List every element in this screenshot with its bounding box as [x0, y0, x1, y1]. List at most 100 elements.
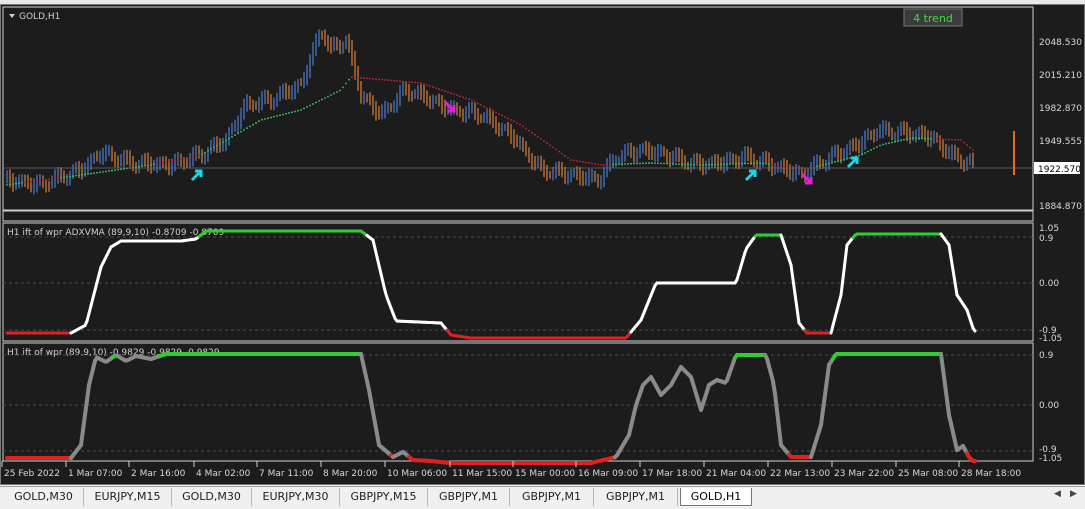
ma-dot [153, 164, 155, 166]
chart-tab[interactable]: GBPJPY,M1 [594, 488, 678, 506]
ma-dot [300, 109, 302, 111]
ma-dot [930, 138, 932, 140]
ma-dot [870, 149, 872, 151]
ma-dot [387, 79, 389, 81]
ma-dot [63, 176, 65, 178]
tab-scroll-left-icon[interactable]: ◀ [1054, 489, 1061, 499]
pane-separator[interactable] [3, 211, 1033, 221]
ma-dot [354, 76, 356, 78]
ma-dot [216, 145, 218, 147]
ma-dot [582, 161, 584, 163]
ma-dot [969, 147, 971, 149]
ma-dot [888, 142, 890, 144]
indicator-segment [791, 265, 793, 280]
ma-dot [75, 175, 77, 177]
ma-dot [363, 77, 365, 79]
chart-window[interactable]: GOLD,H1 4 trend 2048.530 2015.210 1982.8… [0, 4, 1085, 485]
tab-scroll-right-icon[interactable]: ▶ [1070, 489, 1077, 499]
indicator2-pane[interactable] [3, 343, 1033, 461]
ma-dot [498, 113, 500, 115]
ma-dot [222, 141, 224, 143]
ma-dot [57, 177, 59, 179]
ma-dot [711, 164, 713, 166]
ma-dot [255, 122, 257, 124]
ind1-tick: 0.9 [1039, 234, 1054, 244]
time-tick: 28 Mar 18:00 [961, 469, 1021, 479]
ma-dot [366, 77, 368, 79]
ma-dot [954, 139, 956, 141]
ma-dot [843, 159, 845, 161]
ma-dot [27, 181, 29, 183]
ma-dot [24, 182, 26, 184]
ma-dot [552, 147, 554, 149]
ma-dot [603, 164, 605, 166]
ma-dot [549, 144, 551, 146]
ma-dot [51, 178, 53, 180]
ma-dot [438, 88, 440, 90]
indicator-segment [775, 394, 777, 411]
ma-dot [273, 116, 275, 118]
ma-dot [726, 163, 728, 165]
ma-dot [33, 180, 35, 182]
ma-dot [513, 121, 515, 123]
indicator-segment [955, 283, 957, 296]
ma-dot [753, 162, 755, 164]
ma-dot [330, 94, 332, 96]
ma-dot [267, 117, 269, 119]
ma-dot [519, 124, 521, 126]
ma-dot [375, 78, 377, 80]
ma-dot [825, 163, 827, 165]
ma-dot [207, 150, 209, 152]
time-tick: 10 Mar 06:00 [387, 469, 447, 479]
ma-dot [900, 139, 902, 141]
chart-tab[interactable]: EURJPY,M15 [84, 488, 172, 506]
ma-dot [906, 138, 908, 140]
ma-dot [903, 139, 905, 141]
ma-dot [183, 158, 185, 160]
ma-dot [408, 81, 410, 83]
ma-dot [108, 170, 110, 172]
ma-dot [909, 137, 911, 139]
chart-tab-active[interactable]: GOLD,H1 [680, 488, 752, 506]
indicator-segment [795, 294, 797, 309]
ma-dot [594, 163, 596, 165]
chart-tab[interactable]: GOLD,M30 [172, 488, 252, 506]
time-tick: 22 Mar 13:00 [770, 469, 830, 479]
ma-dot [162, 162, 164, 164]
ma-dot [465, 97, 467, 99]
chart-canvas[interactable]: GOLD,H1 4 trend 2048.530 2015.210 1982.8… [1, 5, 1084, 484]
ind1-tick: 1.05 [1039, 224, 1059, 234]
ma-dot [399, 80, 401, 82]
ma-dot [666, 163, 668, 165]
ma-dot [864, 152, 866, 154]
ma-dot [177, 159, 179, 161]
ma-dot [651, 162, 653, 164]
chart-tab[interactable]: GBPJPY,M1 [510, 488, 594, 506]
ma-dot [528, 130, 530, 132]
time-tick: 1 Mar 07:00 [68, 469, 123, 479]
ma-dot [804, 168, 806, 170]
ma-dot [744, 163, 746, 165]
ma-dot [690, 164, 692, 166]
time-tick: 11 Mar 15:00 [452, 469, 512, 479]
ma-dot [561, 153, 563, 155]
ma-dot [348, 79, 350, 81]
chart-tab[interactable]: GOLD,M30 [4, 488, 84, 506]
ma-dot [69, 176, 71, 178]
chart-tab[interactable]: EURJPY,M30 [252, 488, 340, 506]
ma-dot [756, 162, 758, 164]
ma-dot [189, 156, 191, 158]
ma-dot [204, 152, 206, 154]
ma-dot [924, 138, 926, 140]
ma-dot [261, 119, 263, 121]
chart-tab[interactable]: GBPJPY,M15 [340, 488, 428, 506]
ma-dot [948, 139, 950, 141]
indicator-segment [81, 430, 83, 445]
price-tick: 1982.870 [1039, 104, 1082, 114]
time-tick: 25 Mar 08:00 [898, 469, 958, 479]
price-pane[interactable] [3, 7, 1033, 210]
ma-dot [642, 162, 644, 164]
ma-dot [264, 118, 266, 120]
chart-tab[interactable]: GBPJPY,M1 [428, 488, 510, 506]
ma-dot [729, 163, 731, 165]
